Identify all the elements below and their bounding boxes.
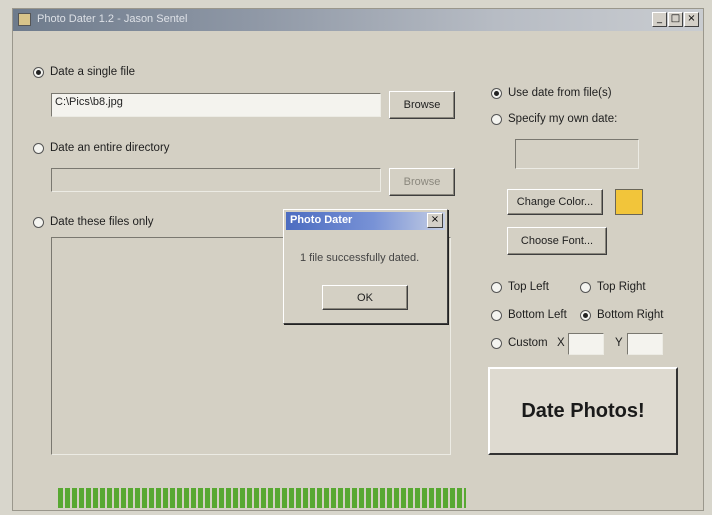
- own-date-option[interactable]: Specify my own date:: [491, 113, 617, 125]
- success-dialog: Photo Dater × 1 file successfully dated.…: [283, 209, 448, 324]
- date-photos-button[interactable]: Date Photos!: [488, 367, 678, 455]
- files-only-radio[interactable]: [33, 216, 44, 228]
- own-date-label: Specify my own date:: [508, 113, 618, 125]
- title-bar[interactable]: Photo Dater 1.2 - Jason Sentel _ □ ×: [13, 9, 703, 31]
- color-swatch: [615, 189, 643, 215]
- use-file-date-label: Use date from file(s): [508, 87, 612, 99]
- files-only-option[interactable]: Date these files only: [33, 216, 154, 228]
- maximize-button[interactable]: □: [668, 12, 683, 27]
- bottom-left-radio[interactable]: [491, 309, 502, 321]
- top-right-radio[interactable]: [580, 281, 591, 293]
- bottom-left-label: Bottom Left: [508, 309, 567, 321]
- directory-path-input[interactable]: [51, 168, 381, 192]
- single-file-radio[interactable]: [33, 66, 44, 78]
- single-file-option[interactable]: Date a single file: [33, 66, 135, 78]
- bottom-right-label: Bottom Right: [597, 309, 664, 321]
- custom-x-input[interactable]: [568, 333, 604, 355]
- bottom-right-option[interactable]: Bottom Right: [580, 309, 663, 321]
- minimize-button[interactable]: _: [652, 12, 667, 27]
- custom-label: Custom: [508, 337, 548, 349]
- window-controls: _ □ ×: [652, 12, 699, 27]
- app-icon: [18, 13, 31, 26]
- bottom-right-radio[interactable]: [580, 309, 591, 321]
- single-file-path-input[interactable]: C:\Pics\b8.jpg: [51, 93, 381, 117]
- dialog-close-button[interactable]: ×: [427, 213, 443, 228]
- directory-option[interactable]: Date an entire directory: [33, 142, 170, 154]
- top-left-radio[interactable]: [491, 281, 502, 293]
- custom-option[interactable]: Custom: [491, 337, 548, 349]
- progress-bar: [58, 488, 466, 508]
- directory-label: Date an entire directory: [50, 142, 170, 154]
- top-right-option[interactable]: Top Right: [580, 281, 646, 293]
- custom-y-input[interactable]: [627, 333, 663, 355]
- own-date-radio[interactable]: [491, 113, 502, 125]
- custom-radio[interactable]: [491, 337, 502, 349]
- dialog-ok-button[interactable]: OK: [322, 285, 408, 310]
- top-right-label: Top Right: [597, 281, 646, 293]
- main-window: Photo Dater 1.2 - Jason Sentel _ □ × Dat…: [12, 8, 704, 511]
- custom-y-label: Y: [615, 337, 623, 349]
- dialog-message: 1 file successfully dated.: [300, 252, 420, 264]
- browse-file-button[interactable]: Browse: [389, 91, 455, 119]
- window-title: Photo Dater 1.2 - Jason Sentel: [37, 13, 188, 25]
- custom-x-label: X: [557, 337, 565, 349]
- bottom-left-option[interactable]: Bottom Left: [491, 309, 567, 321]
- top-left-label: Top Left: [508, 281, 549, 293]
- use-file-date-radio[interactable]: [491, 87, 502, 99]
- top-left-option[interactable]: Top Left: [491, 281, 549, 293]
- directory-radio[interactable]: [33, 142, 44, 154]
- close-button[interactable]: ×: [684, 12, 699, 27]
- dialog-title[interactable]: Photo Dater: [286, 212, 445, 230]
- single-file-label: Date a single file: [50, 66, 136, 78]
- browse-directory-button[interactable]: Browse: [389, 168, 455, 196]
- own-date-input[interactable]: [515, 139, 639, 169]
- change-color-button[interactable]: Change Color...: [507, 189, 603, 215]
- choose-font-button[interactable]: Choose Font...: [507, 227, 607, 255]
- files-only-label: Date these files only: [50, 216, 154, 228]
- use-file-date-option[interactable]: Use date from file(s): [491, 87, 612, 99]
